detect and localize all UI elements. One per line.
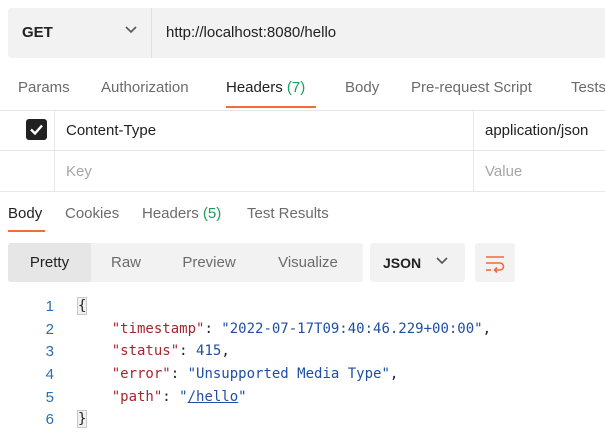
code-line: "path": "/hello" [111,389,247,405]
code-line: { [76,297,88,315]
url-input[interactable]: http://localhost:8080/hello [166,24,336,41]
header-key-input[interactable]: Content-Type [66,122,156,139]
code-line: } [76,410,88,428]
response-tab-headers[interactable]: Headers (5) [142,205,221,222]
new-header-key-input[interactable]: Key [66,163,92,180]
wrap-lines-icon [486,256,505,273]
method-label: GET [22,24,53,41]
line-number: 5 [45,389,54,406]
tab-headers-count: (7) [286,79,306,96]
json-key: "error" [111,366,171,382]
active-response-tab-indicator [8,230,45,232]
line-number: 6 [45,411,54,428]
tab-headers[interactable]: Headers (7) [226,79,305,96]
line-number: 2 [45,321,54,338]
method-dropdown[interactable]: GET [8,8,152,58]
json-close-brace: } [76,410,88,428]
format-preview-button[interactable]: Preview [166,243,252,282]
checkmark-icon [30,124,43,136]
request-tabs: Params Authorization Headers (7) Body Pr… [0,66,605,111]
request-bar: GET http://localhost:8080/hello [8,8,605,58]
tab-authorization[interactable]: Authorization [101,79,189,96]
response-tabs: Body Cookies Headers (5) Test Results [0,195,605,235]
wrap-lines-button[interactable] [475,243,515,282]
code-line: "timestamp": "2022-07-17T09:40:46.229+00… [111,321,492,337]
headers-table: Content-Type application/json Key Value [0,110,605,192]
response-tab-headers-label: Headers [142,205,199,222]
format-raw-button[interactable]: Raw [91,243,161,282]
table-row: Content-Type application/json [0,110,605,151]
language-dropdown[interactable]: JSON [370,243,465,282]
tab-tests[interactable]: Tests [571,79,605,96]
format-visualize-button[interactable]: Visualize [258,243,358,282]
code-line: "error": "Unsupported Media Type", [111,366,399,382]
json-key: "timestamp" [111,321,205,337]
json-value: "2022-07-17T09:40:46.229+00:00" [221,321,483,337]
format-pretty-button[interactable]: Pretty [8,243,91,282]
code-line: "status": 415, [111,343,230,359]
header-value-input[interactable]: application/json [485,122,588,139]
response-tab-cookies[interactable]: Cookies [65,205,119,222]
json-open-brace: { [76,297,88,315]
chevron-down-icon [436,257,448,265]
column-divider [54,110,55,192]
json-key: "path" [111,389,163,405]
language-label: JSON [383,255,422,271]
response-body-viewer[interactable]: 1 2 3 4 5 6 { "timestamp": "2022-07-17T0… [0,296,605,446]
table-row: Key Value [0,151,605,192]
chevron-down-icon [125,26,137,34]
line-number: 4 [45,366,54,383]
json-value: "Unsupported Media Type" [187,366,390,382]
json-value: 415 [196,343,222,359]
line-number: 3 [45,343,54,360]
tab-headers-label: Headers [226,79,283,96]
active-tab-indicator [226,106,316,108]
json-link-value[interactable]: /hello [188,389,239,405]
line-number: 1 [45,298,54,315]
json-key: "status" [111,343,180,359]
tab-prerequest-script[interactable]: Pre-request Script [411,79,532,96]
response-tab-test-results[interactable]: Test Results [247,205,329,222]
tab-params[interactable]: Params [18,79,70,96]
header-enabled-checkbox[interactable] [26,119,47,140]
new-header-value-input[interactable]: Value [485,163,522,180]
tab-body[interactable]: Body [345,79,379,96]
column-divider [473,110,474,192]
format-toggle-group: Pretty Raw Preview Visualize [8,243,363,282]
response-tab-body[interactable]: Body [8,205,42,222]
response-tab-headers-count: (5) [202,205,222,222]
